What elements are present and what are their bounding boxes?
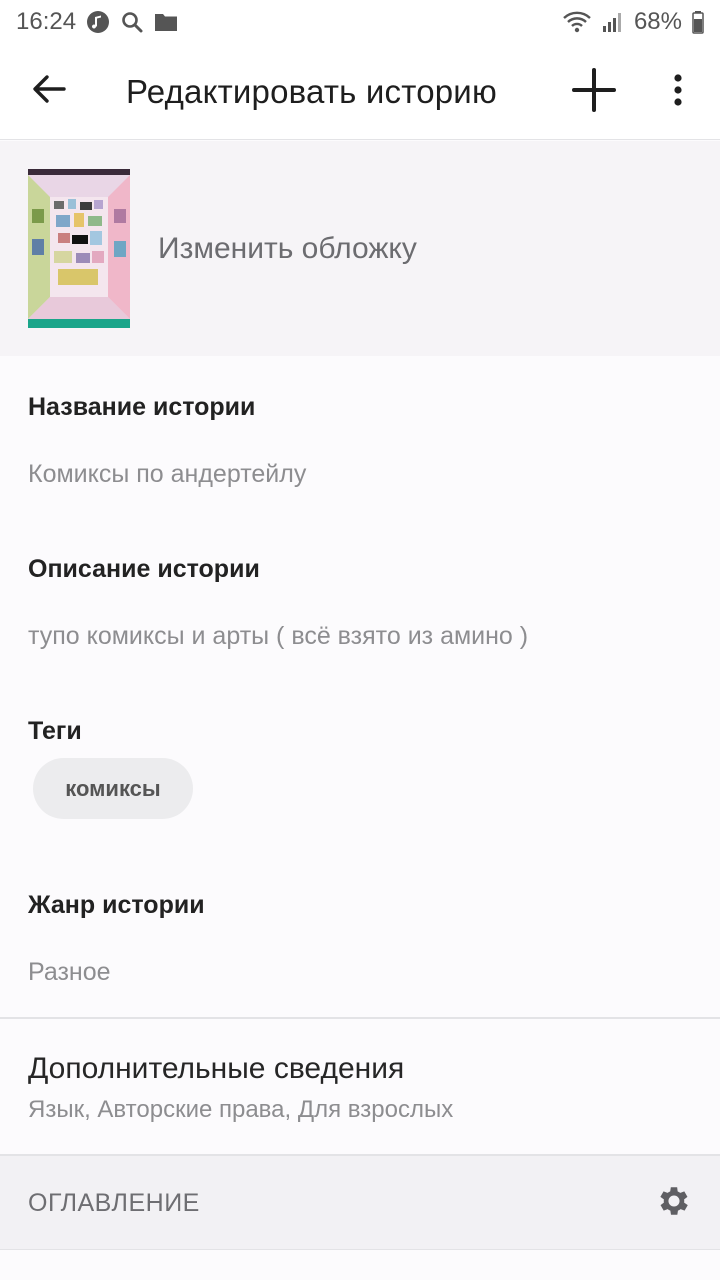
app-bar: Редактировать историю xyxy=(0,44,720,140)
gear-icon xyxy=(655,1182,693,1225)
search-icon xyxy=(120,10,144,34)
story-description-field[interactable]: тупо комиксы и арты ( всё взято из амино… xyxy=(28,622,528,651)
change-cover-label: Изменить обложку xyxy=(158,231,417,265)
arrow-left-icon xyxy=(32,74,66,109)
status-left: 16:24 xyxy=(16,8,178,36)
story-title-field[interactable]: Комиксы по андертейлу xyxy=(28,460,306,489)
plus-icon xyxy=(572,67,616,117)
bottom-area xyxy=(0,1250,720,1280)
wifi-icon xyxy=(562,10,592,34)
signal-icon xyxy=(602,11,624,33)
additional-info-section[interactable]: Дополнительные сведения Язык, Авторские … xyxy=(0,1020,720,1155)
more-vertical-icon xyxy=(673,73,683,111)
genre-label: Жанр истории xyxy=(28,891,205,919)
battery-percentage: 68% xyxy=(633,8,682,35)
divider xyxy=(0,1017,720,1019)
add-chapter-button[interactable] xyxy=(562,62,626,122)
folder-icon xyxy=(154,11,178,33)
story-description-label: Описание истории xyxy=(28,555,260,583)
toc-settings-button[interactable] xyxy=(652,1181,696,1225)
additional-info-subtitle: Язык, Авторские права, Для взрослых xyxy=(28,1096,454,1123)
tag-chip[interactable]: комиксы xyxy=(33,758,193,819)
toc-title: ОГЛАВЛЕНИЕ xyxy=(28,1188,200,1217)
tags-label: Теги xyxy=(28,717,82,745)
status-right: 68% xyxy=(562,8,704,36)
status-time: 16:24 xyxy=(16,8,77,35)
story-title-label: Название истории xyxy=(28,393,256,421)
battery-icon xyxy=(692,10,704,34)
status-bar: 16:24 68% xyxy=(0,0,720,44)
table-of-contents-header: ОГЛАВЛЕНИЕ xyxy=(0,1156,720,1250)
additional-info-title: Дополнительные сведения xyxy=(28,1052,405,1085)
change-cover-section[interactable]: Изменить обложку xyxy=(0,141,720,356)
music-note-icon xyxy=(86,10,110,34)
back-button[interactable] xyxy=(0,44,98,140)
cover-image[interactable] xyxy=(28,169,130,328)
more-options-button[interactable] xyxy=(652,62,704,122)
genre-field[interactable]: Разное xyxy=(28,958,111,987)
page-title: Редактировать историю xyxy=(126,73,497,110)
